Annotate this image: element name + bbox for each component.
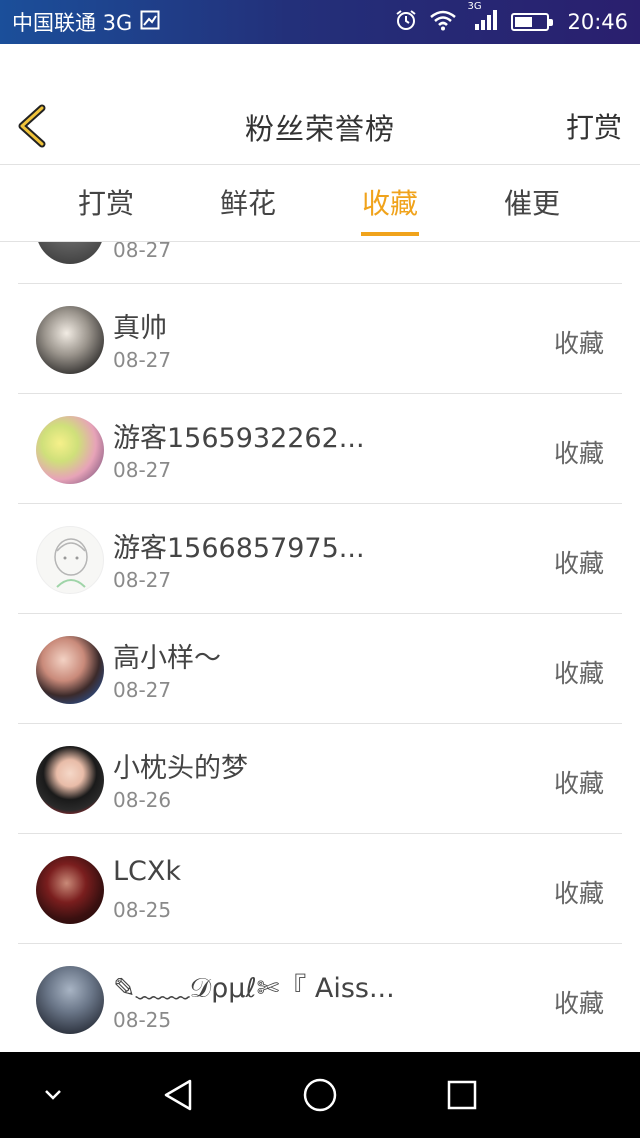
item-action: 收藏 (553, 549, 604, 578)
item-date: 08-27 (113, 242, 172, 262)
avatar (36, 966, 104, 1034)
active-tab-indicator (361, 232, 419, 236)
signal-icon: 3G (467, 1, 499, 36)
recents-nav-button[interactable] (439, 1052, 485, 1138)
home-nav-button[interactable] (297, 1052, 343, 1138)
page-header: 粉丝荣誉榜 打赏 (0, 44, 640, 165)
hide-nav-button[interactable] (30, 1052, 76, 1138)
page-title: 粉丝荣誉榜 (244, 112, 395, 146)
avatar (36, 636, 104, 704)
item-action: 收藏 (553, 879, 604, 908)
tab-reward[interactable]: 打赏 (35, 166, 177, 242)
network-badge: 3G (467, 0, 482, 12)
list-item[interactable]: 08-27 (0, 242, 640, 284)
list-item[interactable]: ✎﹏﹏𝒟ρμℓ✄『 Aiss... 08-25 收藏 (0, 944, 640, 1052)
tab-label: 催更 (503, 187, 560, 220)
item-name: LCXk (113, 856, 182, 887)
status-bar: 中国联通 3G 3G 20:46 (0, 0, 640, 44)
reward-button[interactable]: 打赏 (566, 106, 622, 146)
item-action: 收藏 (553, 989, 604, 1018)
avatar (36, 746, 104, 814)
list-item[interactable]: 高小样～ 08-27 收藏 (0, 614, 640, 724)
item-name: ✎﹏﹏𝒟ρμℓ✄『 Aiss... (113, 973, 395, 1004)
item-action: 收藏 (553, 769, 604, 798)
chevron-down-icon (45, 1090, 61, 1100)
item-date: 08-26 (113, 788, 172, 812)
item-date: 08-27 (113, 678, 172, 702)
avatar (36, 306, 104, 374)
tab-label: 打赏 (77, 187, 134, 220)
list-item[interactable]: 真帅 08-27 收藏 (0, 284, 640, 394)
tab-urge-update[interactable]: 催更 (461, 166, 603, 242)
item-name: 游客1566857975... (113, 533, 365, 564)
image-icon (140, 10, 160, 35)
item-date: 08-27 (113, 348, 172, 372)
system-nav-bar (0, 1052, 640, 1138)
tab-bar: 打赏 鲜花 收藏 催更 (0, 166, 640, 242)
item-date: 08-25 (113, 1008, 172, 1032)
avatar (36, 856, 104, 924)
item-name: 真帅 (113, 313, 167, 344)
avatar (36, 416, 104, 484)
item-action: 收藏 (553, 439, 604, 468)
tab-label: 鲜花 (219, 187, 276, 220)
sketch-face-image (54, 538, 88, 588)
list-item[interactable]: 小枕头的梦 08-26 收藏 (0, 724, 640, 834)
item-date: 08-25 (113, 898, 172, 922)
wifi-icon (429, 9, 457, 36)
home-circle-icon (303, 1078, 337, 1112)
item-date: 08-27 (113, 458, 172, 482)
recents-square-icon (447, 1080, 477, 1110)
tab-flowers[interactable]: 鲜花 (177, 166, 319, 242)
avatar (36, 526, 104, 594)
item-name: 高小样～ (113, 643, 221, 674)
tab-label: 收藏 (361, 187, 418, 220)
carrier-info: 中国联通 3G (12, 7, 395, 37)
item-date: 08-27 (113, 568, 172, 592)
item-name: 小枕头的梦 (113, 753, 248, 784)
list-item[interactable]: 游客1565932262... 08-27 收藏 (0, 394, 640, 504)
carrier-label: 中国联通 3G (12, 11, 133, 35)
item-name: 游客1565932262... (113, 423, 365, 454)
battery-icon (511, 13, 554, 31)
status-icons: 3G 20:46 (395, 1, 628, 36)
item-action: 收藏 (553, 659, 604, 688)
back-nav-button[interactable] (155, 1052, 201, 1138)
back-triangle-icon (164, 1079, 192, 1111)
alarm-icon (395, 9, 417, 36)
avatar (36, 242, 104, 264)
status-time: 20:46 (567, 10, 628, 34)
list-item[interactable]: 游客1566857975... 08-27 收藏 (0, 504, 640, 614)
fan-list[interactable]: 08-27 真帅 08-27 收藏 游客1565932262... 08-27 … (0, 242, 640, 1052)
tab-favorites[interactable]: 收藏 (319, 166, 461, 242)
list-item[interactable]: LCXk 08-25 收藏 (0, 834, 640, 944)
item-action: 收藏 (553, 329, 604, 358)
